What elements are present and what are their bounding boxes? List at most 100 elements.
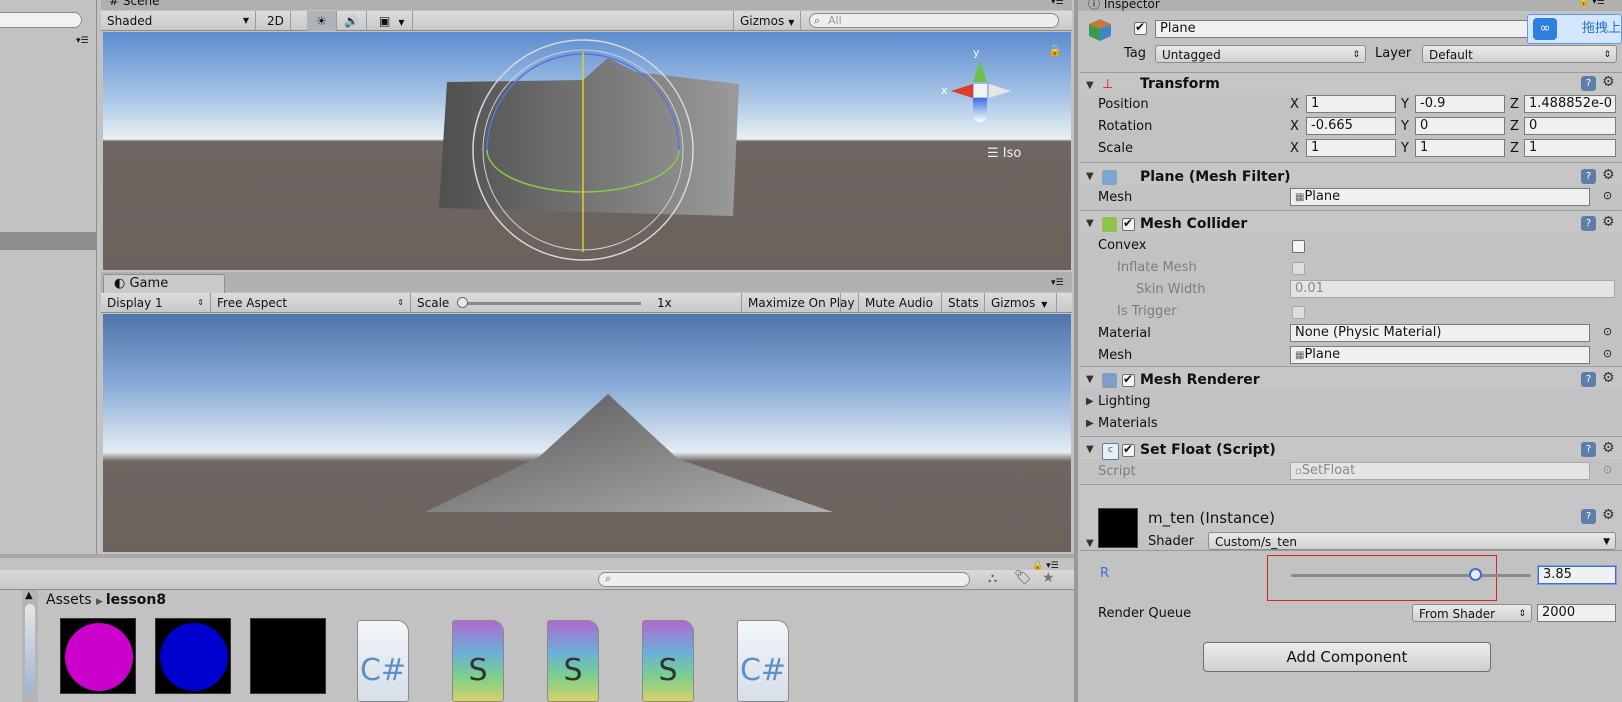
- filter-by-label-icon[interactable]: 🏷: [1014, 570, 1032, 586]
- scene-menu-icon[interactable]: ▾☰: [1051, 0, 1064, 7]
- gear-icon[interactable]: ⚙: [1602, 370, 1615, 386]
- physic-material-field[interactable]: None (Physic Material): [1290, 324, 1590, 342]
- object-picker-icon[interactable]: ⊙: [1603, 347, 1612, 360]
- object-picker-icon[interactable]: ⊙: [1603, 325, 1612, 338]
- inflate-mesh-checkbox[interactable]: [1292, 262, 1305, 275]
- scale-x-field[interactable]: 1: [1306, 139, 1396, 157]
- gear-icon[interactable]: ⚙: [1602, 214, 1615, 230]
- gear-icon[interactable]: ⚙: [1602, 440, 1615, 456]
- inspector-lock-icon[interactable]: 🔒 ▾☰: [1578, 0, 1605, 7]
- maximize-on-play-toggle[interactable]: Maximize On Play: [741, 293, 859, 313]
- help-icon[interactable]: ?: [1581, 442, 1596, 457]
- scroll-up-arrow-icon[interactable]: ▲: [25, 590, 33, 601]
- axis-z-cone[interactable]: [973, 98, 987, 122]
- gear-icon[interactable]: ⚙: [1602, 167, 1615, 183]
- add-component-button[interactable]: Add Component: [1203, 642, 1491, 672]
- axis-center-cube[interactable]: [974, 84, 987, 97]
- r-slider-thumb[interactable]: [1468, 568, 1482, 581]
- filter-by-type-icon[interactable]: ⛬: [988, 571, 997, 586]
- r-slider-track[interactable]: [1291, 574, 1531, 577]
- help-icon[interactable]: ?: [1581, 372, 1596, 387]
- foldout-arrow-icon[interactable]: ▼: [1086, 171, 1094, 182]
- asset-thumbnail[interactable]: C#: [725, 618, 801, 702]
- scene-search-input[interactable]: ⌕ All: [809, 13, 1059, 28]
- r-value-field[interactable]: 3.85: [1538, 566, 1616, 584]
- game-gizmos-dropdown[interactable]: Gizmos ▼: [985, 293, 1057, 313]
- scale-slider-thumb[interactable]: [457, 297, 468, 308]
- game-menu-icon[interactable]: ▾☰: [1051, 278, 1064, 288]
- scene-orientation-gizmo[interactable]: y x: [941, 46, 1021, 138]
- scene-viewport[interactable]: y x 🔒 ☰ Iso: [103, 32, 1071, 270]
- material-preview-swatch[interactable]: [1098, 508, 1138, 548]
- object-picker-icon[interactable]: ⊙: [1603, 463, 1612, 476]
- position-z-field[interactable]: 1.488852e-0: [1524, 95, 1616, 113]
- scale-slider-track[interactable]: [461, 302, 641, 305]
- foldout-arrow-icon[interactable]: ▼: [1086, 538, 1094, 549]
- foldout-arrow-icon[interactable]: ▼: [1086, 374, 1094, 385]
- stats-toggle[interactable]: Stats: [942, 293, 985, 313]
- asset-thumbnail[interactable]: [60, 618, 136, 702]
- collider-mesh-field[interactable]: ▦Plane: [1290, 346, 1590, 364]
- rotation-x-field[interactable]: -0.665: [1306, 117, 1396, 135]
- scale-z-field[interactable]: 1: [1524, 139, 1616, 157]
- tag-dropdown[interactable]: Untagged ⇕: [1155, 45, 1366, 63]
- render-queue-mode-dropdown[interactable]: From Shader ⇕: [1412, 604, 1532, 622]
- asset-thumbnail[interactable]: S: [535, 618, 611, 702]
- materials-foldout-icon[interactable]: ▶: [1086, 418, 1094, 429]
- render-queue-value-field[interactable]: 2000: [1537, 604, 1616, 622]
- gear-icon[interactable]: ⚙: [1602, 74, 1615, 90]
- hierarchy-selected-row[interactable]: [0, 232, 97, 250]
- axis-y-cone[interactable]: [973, 60, 987, 82]
- game-tab[interactable]: ◐ Game: [103, 274, 225, 293]
- gear-icon[interactable]: ⚙: [1602, 507, 1615, 523]
- shading-mode-dropdown[interactable]: Shaded ▼: [101, 11, 256, 31]
- object-picker-icon[interactable]: ⊙: [1603, 189, 1612, 202]
- materials-foldout[interactable]: Materials: [1098, 416, 1158, 431]
- mesh-collider-enabled-checkbox[interactable]: [1122, 216, 1135, 231]
- foldout-arrow-icon[interactable]: ▼: [1086, 218, 1094, 229]
- lighting-foldout-icon[interactable]: ▶: [1086, 396, 1094, 407]
- help-icon[interactable]: ?: [1581, 509, 1596, 524]
- breadcrumb-assets[interactable]: Assets: [46, 592, 92, 608]
- is-trigger-checkbox[interactable]: [1292, 306, 1305, 319]
- lock-icon[interactable]: 🔒: [1048, 44, 1062, 57]
- axis-x-cone[interactable]: [951, 84, 973, 98]
- scene-audio-toggle[interactable]: 🔊: [337, 11, 367, 31]
- display-dropdown[interactable]: Display 1 ⇕: [101, 293, 211, 313]
- project-left-scroll[interactable]: ▲: [22, 590, 38, 702]
- scene-effects-dropdown[interactable]: ▣ ▼: [373, 11, 413, 31]
- scrollbar-thumb[interactable]: [25, 604, 35, 694]
- help-icon[interactable]: ?: [1581, 169, 1596, 184]
- favorite-star-icon[interactable]: ★: [1042, 570, 1055, 586]
- asset-thumbnail[interactable]: S: [630, 618, 706, 702]
- cloud-overlay-button[interactable]: ∞ 拖拽上: [1527, 14, 1622, 44]
- help-icon[interactable]: ?: [1581, 216, 1596, 231]
- asset-thumbnail[interactable]: [250, 618, 326, 702]
- game-viewport[interactable]: [103, 314, 1071, 552]
- hierarchy-search-input[interactable]: [0, 12, 82, 28]
- asset-thumbnail[interactable]: S: [440, 618, 516, 702]
- aspect-dropdown[interactable]: Free Aspect ⇕: [211, 293, 411, 313]
- foldout-arrow-icon[interactable]: ▼: [1086, 80, 1094, 91]
- scale-y-field[interactable]: 1: [1415, 139, 1505, 157]
- help-icon[interactable]: ?: [1581, 76, 1596, 91]
- hierarchy-menu-icon[interactable]: ▾☰: [76, 36, 89, 46]
- position-x-field[interactable]: 1: [1306, 95, 1396, 113]
- asset-thumbnail[interactable]: [155, 618, 231, 702]
- scene-tab[interactable]: # Scene: [109, 0, 159, 10]
- breadcrumb-folder[interactable]: lesson8: [106, 592, 166, 608]
- asset-thumbnail[interactable]: C#: [345, 618, 421, 702]
- mesh-renderer-enabled-checkbox[interactable]: [1122, 372, 1135, 387]
- foldout-arrow-icon[interactable]: ▼: [1086, 444, 1094, 455]
- scene-gizmos-dropdown[interactable]: Gizmos ▼: [733, 11, 801, 31]
- project-search-input[interactable]: ⌕: [598, 572, 970, 587]
- iso-toggle[interactable]: ☰ Iso: [987, 146, 1021, 161]
- mesh-filter-mesh-field[interactable]: ▦Plane: [1290, 188, 1590, 206]
- skin-width-field[interactable]: 0.01: [1290, 280, 1615, 298]
- scene-lighting-toggle[interactable]: ☀: [307, 11, 337, 31]
- script-field[interactable]: ▫SetFloat: [1290, 462, 1590, 480]
- axis-neg-x-cone[interactable]: [989, 84, 1011, 98]
- inspector-tab[interactable]: ⓘ Inspector: [1088, 0, 1160, 11]
- lighting-foldout[interactable]: Lighting: [1098, 394, 1151, 409]
- rotation-z-field[interactable]: 0: [1524, 117, 1616, 135]
